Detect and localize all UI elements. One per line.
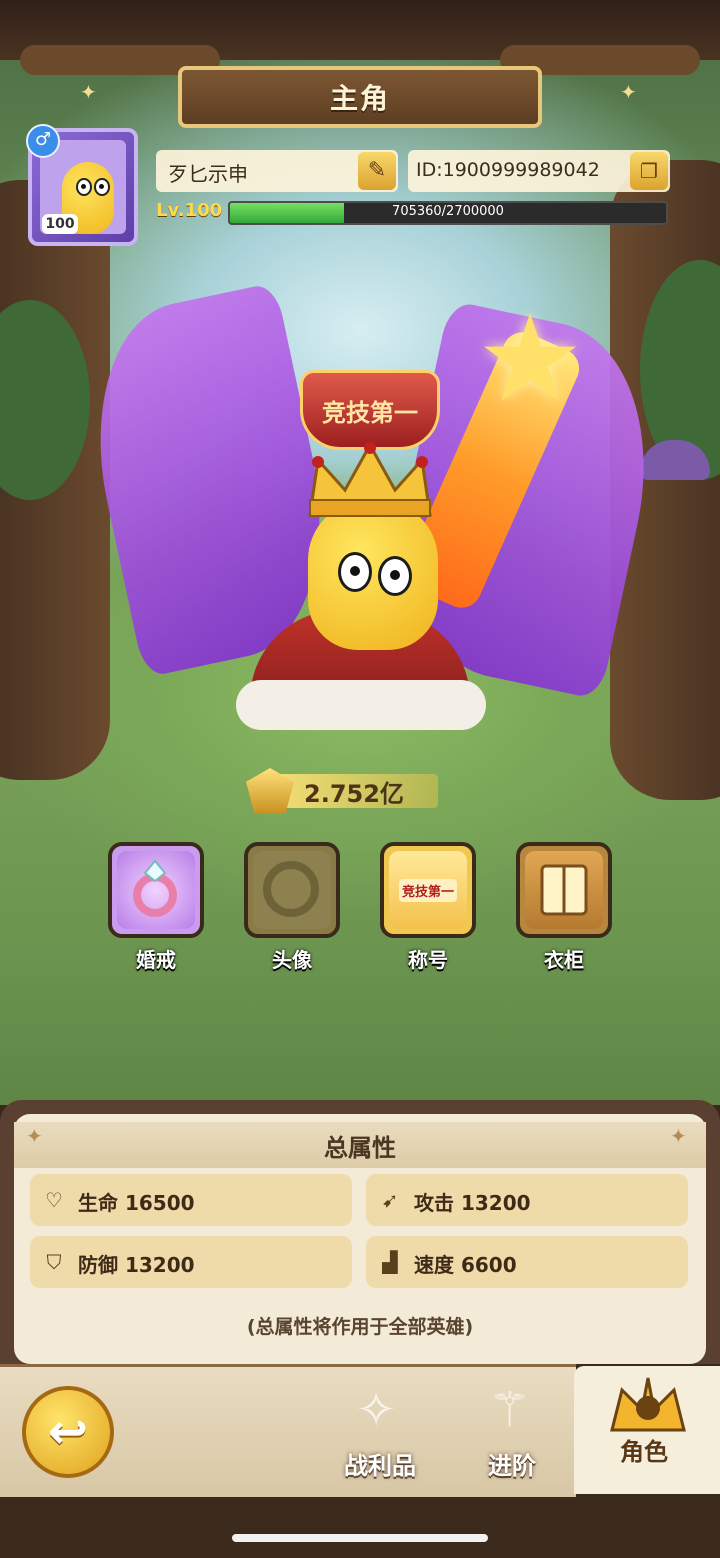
feature-label: 称号: [408, 948, 448, 972]
attribute-attack: ➹ 攻击 13200: [366, 1174, 688, 1226]
hero-eye: [338, 552, 372, 592]
tab-label: 角色: [620, 1438, 668, 1466]
tab-label: 进阶: [488, 1452, 536, 1480]
title-badge-icon: 竞技第一: [389, 851, 467, 929]
player-name: 歹匕示申: [168, 162, 248, 186]
hero-potato: [308, 500, 438, 650]
avatar-level-badge: 100: [42, 214, 78, 234]
attribute-label: 防御 13200: [78, 1253, 195, 1277]
player-name-field: 歹匕示申 ✎: [156, 150, 398, 192]
avatar-eye: [76, 178, 92, 196]
attributes-title-bar: 总属性: [14, 1122, 706, 1168]
back-arrow-icon: ↩: [47, 1404, 89, 1460]
copy-id-button[interactable]: ❐: [630, 152, 668, 190]
attack-icon: ➹: [381, 1188, 399, 1212]
player-avatar[interactable]: ♂ 100: [26, 124, 138, 246]
male-gender-icon: ♂: [26, 124, 60, 158]
sword-star-icon: ★: [476, 290, 584, 429]
loot-icon: ✧: [356, 1382, 397, 1438]
page-title: 主角: [329, 82, 390, 115]
hero-fur-collar: [236, 680, 486, 730]
combat-power-value: 2.752亿: [304, 780, 404, 808]
attribute-speed: ▟ 速度 6600: [366, 1236, 688, 1288]
sparkle-icon: ✦: [670, 1124, 687, 1148]
tab-label: 战利品: [344, 1452, 416, 1480]
xp-progress-text: 705360/2700000: [392, 204, 504, 219]
player-level: Lv.100: [156, 200, 223, 221]
shield-icon: ⛉: [46, 1250, 62, 1274]
pencil-icon: ✎: [367, 158, 387, 183]
wardrobe-icon: [525, 851, 603, 929]
feature-button-title[interactable]: 竞技第一: [380, 842, 476, 938]
attributes-title: 总属性: [324, 1133, 396, 1162]
tab-loot[interactable]: ✧ 战利品: [330, 1374, 440, 1494]
boot-icon: ▟: [382, 1250, 398, 1274]
heart-icon: ♡: [45, 1188, 63, 1212]
attribute-hp: ♡ 生命 16500: [30, 1174, 352, 1226]
player-id: ID:1900999989042: [416, 159, 600, 181]
feature-button-wardrobe[interactable]: [516, 842, 612, 938]
attribute-label: 攻击 13200: [414, 1191, 531, 1215]
ring-icon: [117, 851, 195, 929]
feature-label: 婚戒: [136, 948, 176, 972]
avatar-eye: [94, 178, 110, 196]
sparkle-icon: ✦: [620, 80, 637, 104]
copy-icon: ❐: [640, 159, 658, 183]
character-icon: [610, 1377, 686, 1432]
edit-name-button[interactable]: ✎: [358, 152, 396, 190]
sparkle-icon: ✦: [26, 1124, 43, 1148]
feature-label: 衣柜: [544, 948, 584, 972]
page-title-banner: 主角: [178, 66, 542, 128]
hero-title-emblem: 竞技第一: [300, 370, 440, 450]
avatar-frame-icon: [253, 851, 331, 929]
feature-button-ring[interactable]: [108, 842, 204, 938]
back-button[interactable]: ↩: [22, 1386, 114, 1478]
tab-character[interactable]: 角色: [590, 1368, 706, 1492]
title-badge-text: 竞技第一: [398, 878, 457, 902]
combat-power: 2.752亿: [246, 768, 446, 814]
bottom-navigation: ↩ ✧ 战利品 ⚚ 进阶 角色: [0, 1364, 720, 1558]
home-indicator: [232, 1534, 488, 1542]
player-id-field: ID:1900999989042 ❐: [408, 150, 670, 192]
attributes-note: (总属性将作用于全部英雄): [246, 1316, 474, 1338]
attribute-defense: ⛉ 防御 13200: [30, 1236, 352, 1288]
hero-eye: [378, 556, 412, 596]
advance-icon: ⚚: [488, 1382, 532, 1438]
attribute-label: 生命 16500: [78, 1191, 195, 1215]
sparkle-icon: ✦: [80, 80, 97, 104]
crown-icon: [308, 441, 432, 517]
xp-progress-bar: 705360/2700000: [228, 201, 668, 225]
feature-button-avatar[interactable]: [244, 842, 340, 938]
feature-label: 头像: [272, 948, 312, 972]
attribute-label: 速度 6600: [414, 1253, 517, 1277]
tab-advance[interactable]: ⚚ 进阶: [468, 1374, 560, 1494]
hero-title-text: 竞技第一: [322, 398, 418, 427]
